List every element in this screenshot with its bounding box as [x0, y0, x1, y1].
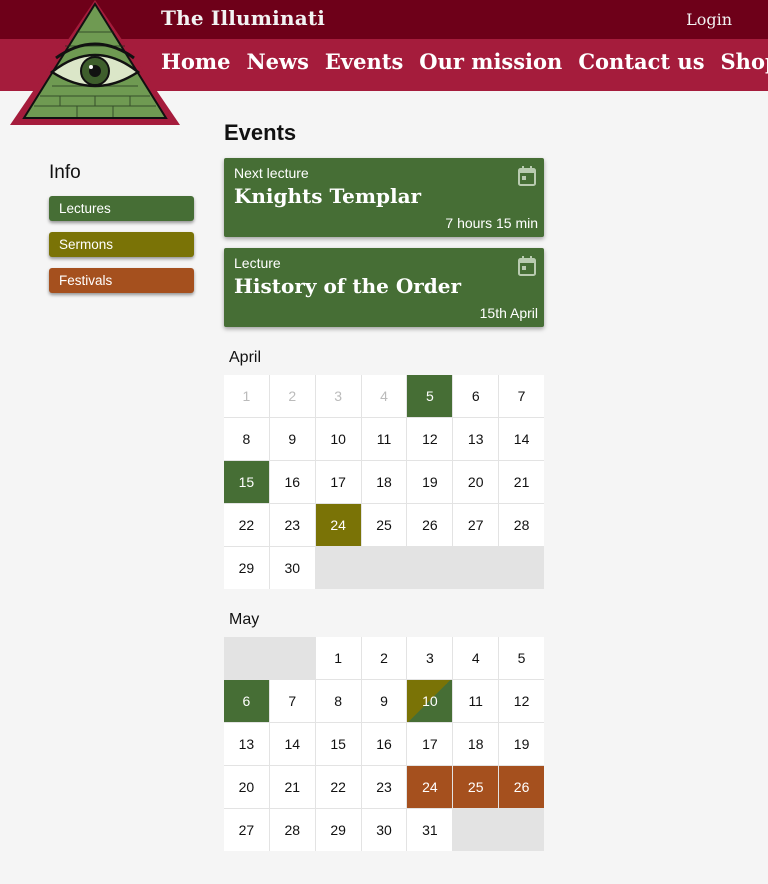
calendar-empty-cell	[453, 809, 499, 851]
calendar-day[interactable]: 26	[499, 766, 544, 808]
site-title[interactable]: The Illuminati	[161, 6, 325, 30]
legend-festivals[interactable]: Festivals	[49, 268, 194, 293]
calendar-empty-cell	[499, 547, 544, 589]
month-label-april: April	[229, 349, 262, 366]
legend-sermons[interactable]: Sermons	[49, 232, 194, 257]
login-link[interactable]: Login	[686, 10, 732, 29]
calendar-day: 3	[315, 375, 361, 417]
calendar-day[interactable]: 10	[315, 418, 361, 460]
calendar-day[interactable]: 4	[453, 637, 499, 679]
calendar-day[interactable]: 15	[315, 723, 361, 765]
calendar-empty-cell	[453, 547, 499, 589]
sidebar: Info Lectures Sermons Festivals	[49, 162, 194, 304]
calendar-day[interactable]: 30	[269, 547, 315, 589]
calendar-day[interactable]: 20	[224, 766, 269, 808]
calendar-empty-cell	[407, 547, 453, 589]
event-card-lecture[interactable]: Lecture History of the Order 15th April	[224, 248, 544, 327]
nav-news[interactable]: News	[246, 49, 308, 74]
calendar-empty-cell	[499, 809, 544, 851]
calendar-day[interactable]: 14	[499, 418, 544, 460]
nav-contact-us[interactable]: Contact us	[578, 49, 704, 74]
nav-shop[interactable]: Shop	[721, 49, 768, 74]
event-type: Lecture	[234, 255, 281, 271]
calendar-day[interactable]: 28	[269, 809, 315, 851]
calendar-day[interactable]: 23	[269, 504, 315, 546]
calendar-day[interactable]: 13	[224, 723, 269, 765]
calendar-day[interactable]: 24	[407, 766, 453, 808]
calendar-day[interactable]: 5	[407, 375, 453, 417]
calendar-day[interactable]: 12	[407, 418, 453, 460]
calendar-day[interactable]: 22	[224, 504, 269, 546]
nav-our-mission[interactable]: Our mission	[419, 49, 562, 74]
calendar-day[interactable]: 16	[269, 461, 315, 503]
calendar-icon	[518, 166, 536, 186]
calendar-day[interactable]: 11	[361, 418, 407, 460]
calendar-day[interactable]: 29	[224, 547, 269, 589]
calendar-empty-cell	[361, 547, 407, 589]
calendar-day[interactable]: 9	[269, 418, 315, 460]
calendar-april: 1 2 3 4 5 6 7 8 9 10 11 12 13 14 15 16 17 18 19 20 21 22 23 24 2…	[224, 375, 544, 589]
calendar-day[interactable]: 22	[315, 766, 361, 808]
calendar-day[interactable]: 17	[315, 461, 361, 503]
calendar-day[interactable]: 11	[453, 680, 499, 722]
calendar-day[interactable]: 25	[361, 504, 407, 546]
calendar-day[interactable]: 19	[499, 723, 544, 765]
calendar-day[interactable]: 2	[361, 637, 407, 679]
calendar-day[interactable]: 14	[269, 723, 315, 765]
events-main: Events Next lecture Knights Templar 7 ho…	[224, 120, 544, 851]
calendar-day[interactable]: 20	[453, 461, 499, 503]
calendar-day[interactable]: 9	[361, 680, 407, 722]
calendar-day[interactable]: 30	[361, 809, 407, 851]
calendar-day: 2	[269, 375, 315, 417]
calendar-day[interactable]: 18	[453, 723, 499, 765]
sidebar-heading: Info	[49, 162, 81, 183]
calendar-day[interactable]: 12	[499, 680, 544, 722]
calendar-day[interactable]: 18	[361, 461, 407, 503]
calendar-day[interactable]: 23	[361, 766, 407, 808]
calendar-day[interactable]: 16	[361, 723, 407, 765]
calendar-day[interactable]: 13	[453, 418, 499, 460]
calendar-day[interactable]: 26	[407, 504, 453, 546]
calendar-icon	[518, 256, 536, 276]
event-card-next-lecture[interactable]: Next lecture Knights Templar 7 hours 15 …	[224, 158, 544, 237]
calendar-day[interactable]: 17	[407, 723, 453, 765]
event-title: History of the Order	[234, 274, 462, 298]
calendar-empty-cell	[315, 547, 361, 589]
calendar-day: 4	[361, 375, 407, 417]
calendar-day[interactable]: 1	[315, 637, 361, 679]
calendar-day[interactable]: 28	[499, 504, 544, 546]
legend-lectures[interactable]: Lectures	[49, 196, 194, 221]
event-date: 15th April	[479, 305, 538, 321]
calendar-day[interactable]: 21	[269, 766, 315, 808]
calendar-day[interactable]: 8	[315, 680, 361, 722]
calendar-day[interactable]: 6	[453, 375, 499, 417]
calendar-day[interactable]: 19	[407, 461, 453, 503]
calendar-day[interactable]: 3	[407, 637, 453, 679]
calendar-empty-cell	[224, 637, 269, 679]
calendar-day[interactable]: 8	[224, 418, 269, 460]
calendar-day[interactable]: 7	[269, 680, 315, 722]
calendar-day[interactable]: 25	[453, 766, 499, 808]
calendar-day[interactable]: 7	[499, 375, 544, 417]
page-title: Events	[224, 120, 297, 145]
nav-events[interactable]: Events	[325, 49, 403, 74]
calendar-day[interactable]: 31	[407, 809, 453, 851]
calendar-day[interactable]: 27	[453, 504, 499, 546]
calendar-may: 1 2 3 4 5 6 7 8 9 10 11 12 13 14 15 16 17 18 19 20 21 22 23 24 2…	[224, 637, 544, 851]
calendar-day: 1	[224, 375, 269, 417]
pyramid-eye-logo[interactable]	[10, 0, 180, 125]
calendar-empty-cell	[269, 637, 315, 679]
calendar-day[interactable]: 10	[407, 680, 453, 722]
calendar-day[interactable]: 5	[499, 637, 544, 679]
event-time: 7 hours 15 min	[445, 215, 538, 231]
event-type: Next lecture	[234, 165, 309, 181]
month-label-may: May	[229, 611, 260, 628]
calendar-day[interactable]: 27	[224, 809, 269, 851]
calendar-day[interactable]: 24	[315, 504, 361, 546]
calendar-day[interactable]: 6	[224, 680, 269, 722]
calendar-day[interactable]: 29	[315, 809, 361, 851]
event-title: Knights Templar	[234, 184, 422, 208]
calendar-day[interactable]: 15	[224, 461, 269, 503]
calendar-day[interactable]: 21	[499, 461, 544, 503]
